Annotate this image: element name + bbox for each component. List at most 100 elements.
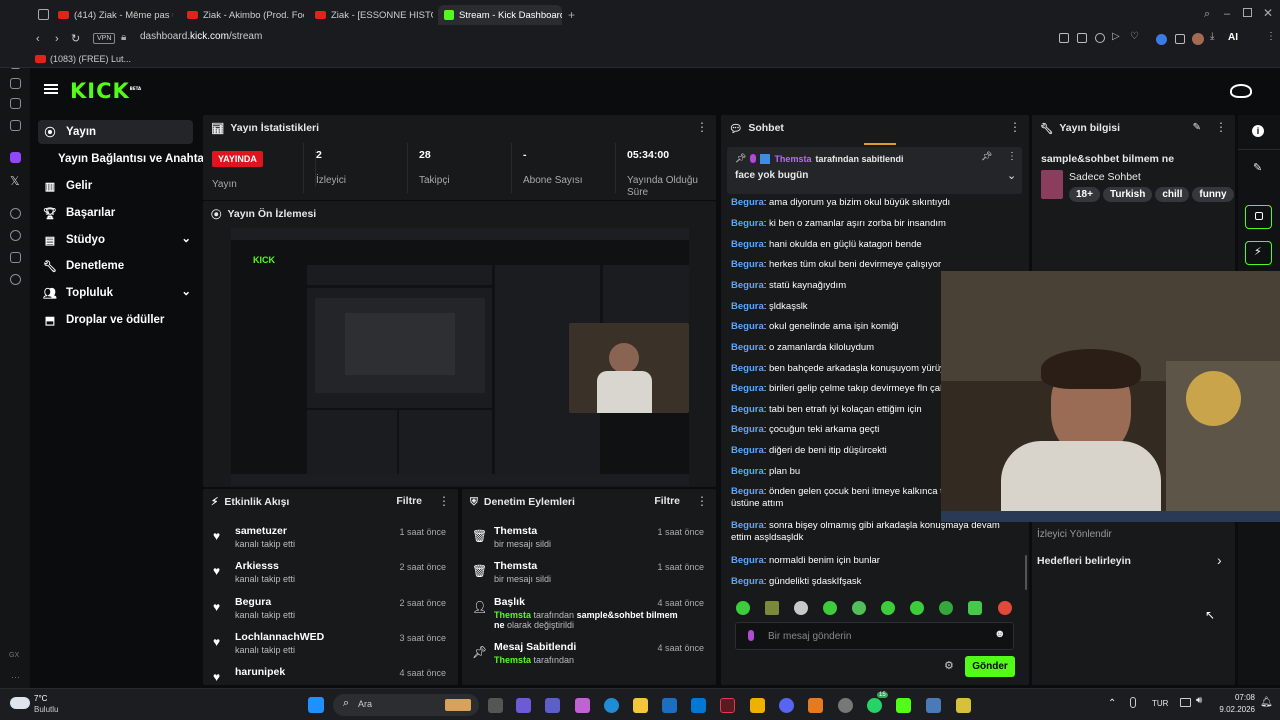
send-button[interactable]: Gönder (965, 656, 1015, 677)
chat-input[interactable]: Bir mesaj gönderin ☻ (735, 622, 1014, 650)
reload-icon[interactable]: ↻ (71, 32, 80, 45)
emote-icon[interactable] (998, 601, 1012, 615)
activity-user[interactable]: sametuzer (235, 525, 287, 537)
chat-username[interactable]: Begura (731, 239, 764, 250)
edge-icon[interactable] (604, 698, 619, 713)
browser-tab[interactable]: Ziak - Akimbo (Prod. Focu (187, 5, 304, 25)
app-icon[interactable] (926, 698, 941, 713)
play-icon[interactable] (10, 208, 21, 219)
chevron-down-icon[interactable]: ⌄ (1007, 169, 1016, 182)
sidebar-app-icon[interactable] (10, 120, 21, 131)
chat-username[interactable]: Begura (731, 486, 764, 497)
more-icon[interactable]: ··· (11, 672, 20, 682)
discord-icon[interactable] (779, 698, 794, 713)
activity-user[interactable]: harunipek (235, 666, 285, 678)
emote-icon[interactable] (765, 601, 779, 615)
emote-icon[interactable] (910, 601, 924, 615)
app-icon[interactable] (516, 698, 531, 713)
more-options-icon[interactable]: ⋮ (696, 121, 708, 133)
chat-username[interactable]: Begura (731, 259, 764, 270)
activity-user[interactable]: Begura (235, 596, 271, 608)
windows-start-icon[interactable] (308, 697, 324, 713)
profile-avatar[interactable] (1192, 33, 1204, 45)
browser-tab-active[interactable]: Stream - Kick Dashboard (438, 5, 562, 25)
chat-username[interactable]: Begura (731, 576, 764, 587)
heart-icon[interactable]: ♡ (1130, 31, 1139, 42)
forward-icon[interactable]: › (55, 33, 59, 45)
volume-icon[interactable]: 🔊︎ (1196, 695, 1202, 706)
nav-yayin[interactable]: ⦿ Yayın (38, 120, 193, 144)
chat-username[interactable]: Begura (731, 342, 764, 353)
outlook-icon[interactable] (662, 698, 677, 713)
clock-date[interactable]: 9.02.2026 (1215, 705, 1255, 714)
notification-bell-icon[interactable]: 🔔︎ (1260, 697, 1273, 708)
chat-username[interactable]: Begura (731, 321, 764, 332)
nav-studyo[interactable]: ▤ Stüdyo ⌄ (38, 228, 193, 252)
emote-icon[interactable] (794, 601, 808, 615)
back-icon[interactable]: ‹ (36, 33, 40, 45)
scrollbar[interactable] (1025, 555, 1027, 590)
sidebar-app-icon[interactable] (10, 98, 21, 109)
filter-button[interactable]: Filtre (654, 495, 680, 507)
mic-icon[interactable] (1130, 697, 1136, 708)
emote-icon[interactable] (823, 601, 837, 615)
activity-user[interactable]: LochlannachWED (235, 631, 324, 643)
tag-chip[interactable]: chill (1155, 187, 1190, 202)
ai-button[interactable]: AI (1228, 32, 1238, 43)
weather-temp[interactable]: 7°C (34, 694, 47, 703)
chat-username[interactable]: Begura (731, 445, 764, 456)
teams-icon[interactable] (545, 698, 560, 713)
emote-icon[interactable] (736, 601, 750, 615)
shield-icon[interactable] (1095, 33, 1105, 43)
menu-icon[interactable]: ⋮ (1266, 31, 1276, 42)
nav-basarilar[interactable]: 🏆︎ Başarılar (38, 201, 193, 225)
notes-icon[interactable] (956, 698, 971, 713)
nav-topluluk[interactable]: 👥︎ Topluluk ⌄ (38, 281, 193, 305)
maximize-icon[interactable] (1243, 8, 1252, 17)
nav-droplar[interactable]: ⬒ Droplar ve ödüller (38, 308, 193, 332)
tag-chip[interactable]: funny (1192, 187, 1234, 202)
emote-icon[interactable] (881, 601, 895, 615)
more-options-icon[interactable]: ⋮ (1215, 121, 1227, 133)
store-icon[interactable] (691, 698, 706, 713)
tabs-icon[interactable] (38, 9, 49, 20)
clock-time[interactable]: 07:08 (1229, 693, 1255, 702)
mod-desc-user[interactable]: Themsta (494, 655, 531, 665)
more-options-icon[interactable]: ⋮ (696, 495, 708, 507)
emote-icon[interactable] (852, 601, 866, 615)
chat-username[interactable]: Begura (731, 404, 764, 415)
user-avatar-icon[interactable] (1230, 84, 1252, 98)
unpin-icon[interactable]: 📌︎ (981, 151, 992, 162)
clock-icon[interactable] (10, 230, 21, 241)
player-icon[interactable]: ▷ (1112, 31, 1120, 42)
chat-username[interactable]: Begura (731, 466, 764, 477)
emote-icon[interactable] (968, 601, 982, 615)
edit-icon[interactable]: ✎ (1193, 122, 1201, 133)
activity-user[interactable]: Arkiesss (235, 560, 279, 572)
language-indicator[interactable]: TUR (1152, 699, 1168, 708)
chevron-up-icon[interactable]: ⌃ (1108, 698, 1116, 709)
chat-username[interactable]: Begura (731, 363, 764, 374)
more-options-icon[interactable]: ⋮ (1007, 151, 1017, 162)
category-name[interactable]: Sadece Sohbet (1069, 171, 1141, 183)
nav-gelir[interactable]: ▥ Gelir (38, 174, 193, 198)
browser-tab[interactable]: Ziak - [ESSONNE HISTORY] (315, 5, 433, 25)
hamburger-icon[interactable] (44, 84, 58, 86)
download-icon[interactable]: ⤓ (1210, 31, 1214, 42)
tag-chip[interactable]: Turkish (1102, 187, 1153, 202)
emote-icon[interactable] (939, 601, 953, 615)
app-icon[interactable] (838, 698, 853, 713)
x-icon[interactable]: 𝕏 (10, 174, 20, 188)
copilot-icon[interactable] (575, 698, 590, 713)
chat-username[interactable]: Begura (731, 555, 764, 566)
edit-icon[interactable]: ✎ (1253, 161, 1262, 174)
search-icon[interactable]: ⌕ (1204, 8, 1210, 21)
app-icon[interactable] (808, 698, 823, 713)
url-field[interactable]: dashboard.kick.com/stream (140, 31, 262, 42)
chevron-right-icon[interactable]: › (1217, 552, 1222, 568)
browser-tab[interactable]: (414) Ziak - Même pas un (58, 5, 173, 25)
kick-logo[interactable]: KICKBETA (70, 79, 141, 103)
mod-user[interactable]: Themsta (494, 560, 537, 572)
chat-username[interactable]: Begura (731, 280, 764, 291)
chat-username[interactable]: Begura (731, 520, 764, 531)
